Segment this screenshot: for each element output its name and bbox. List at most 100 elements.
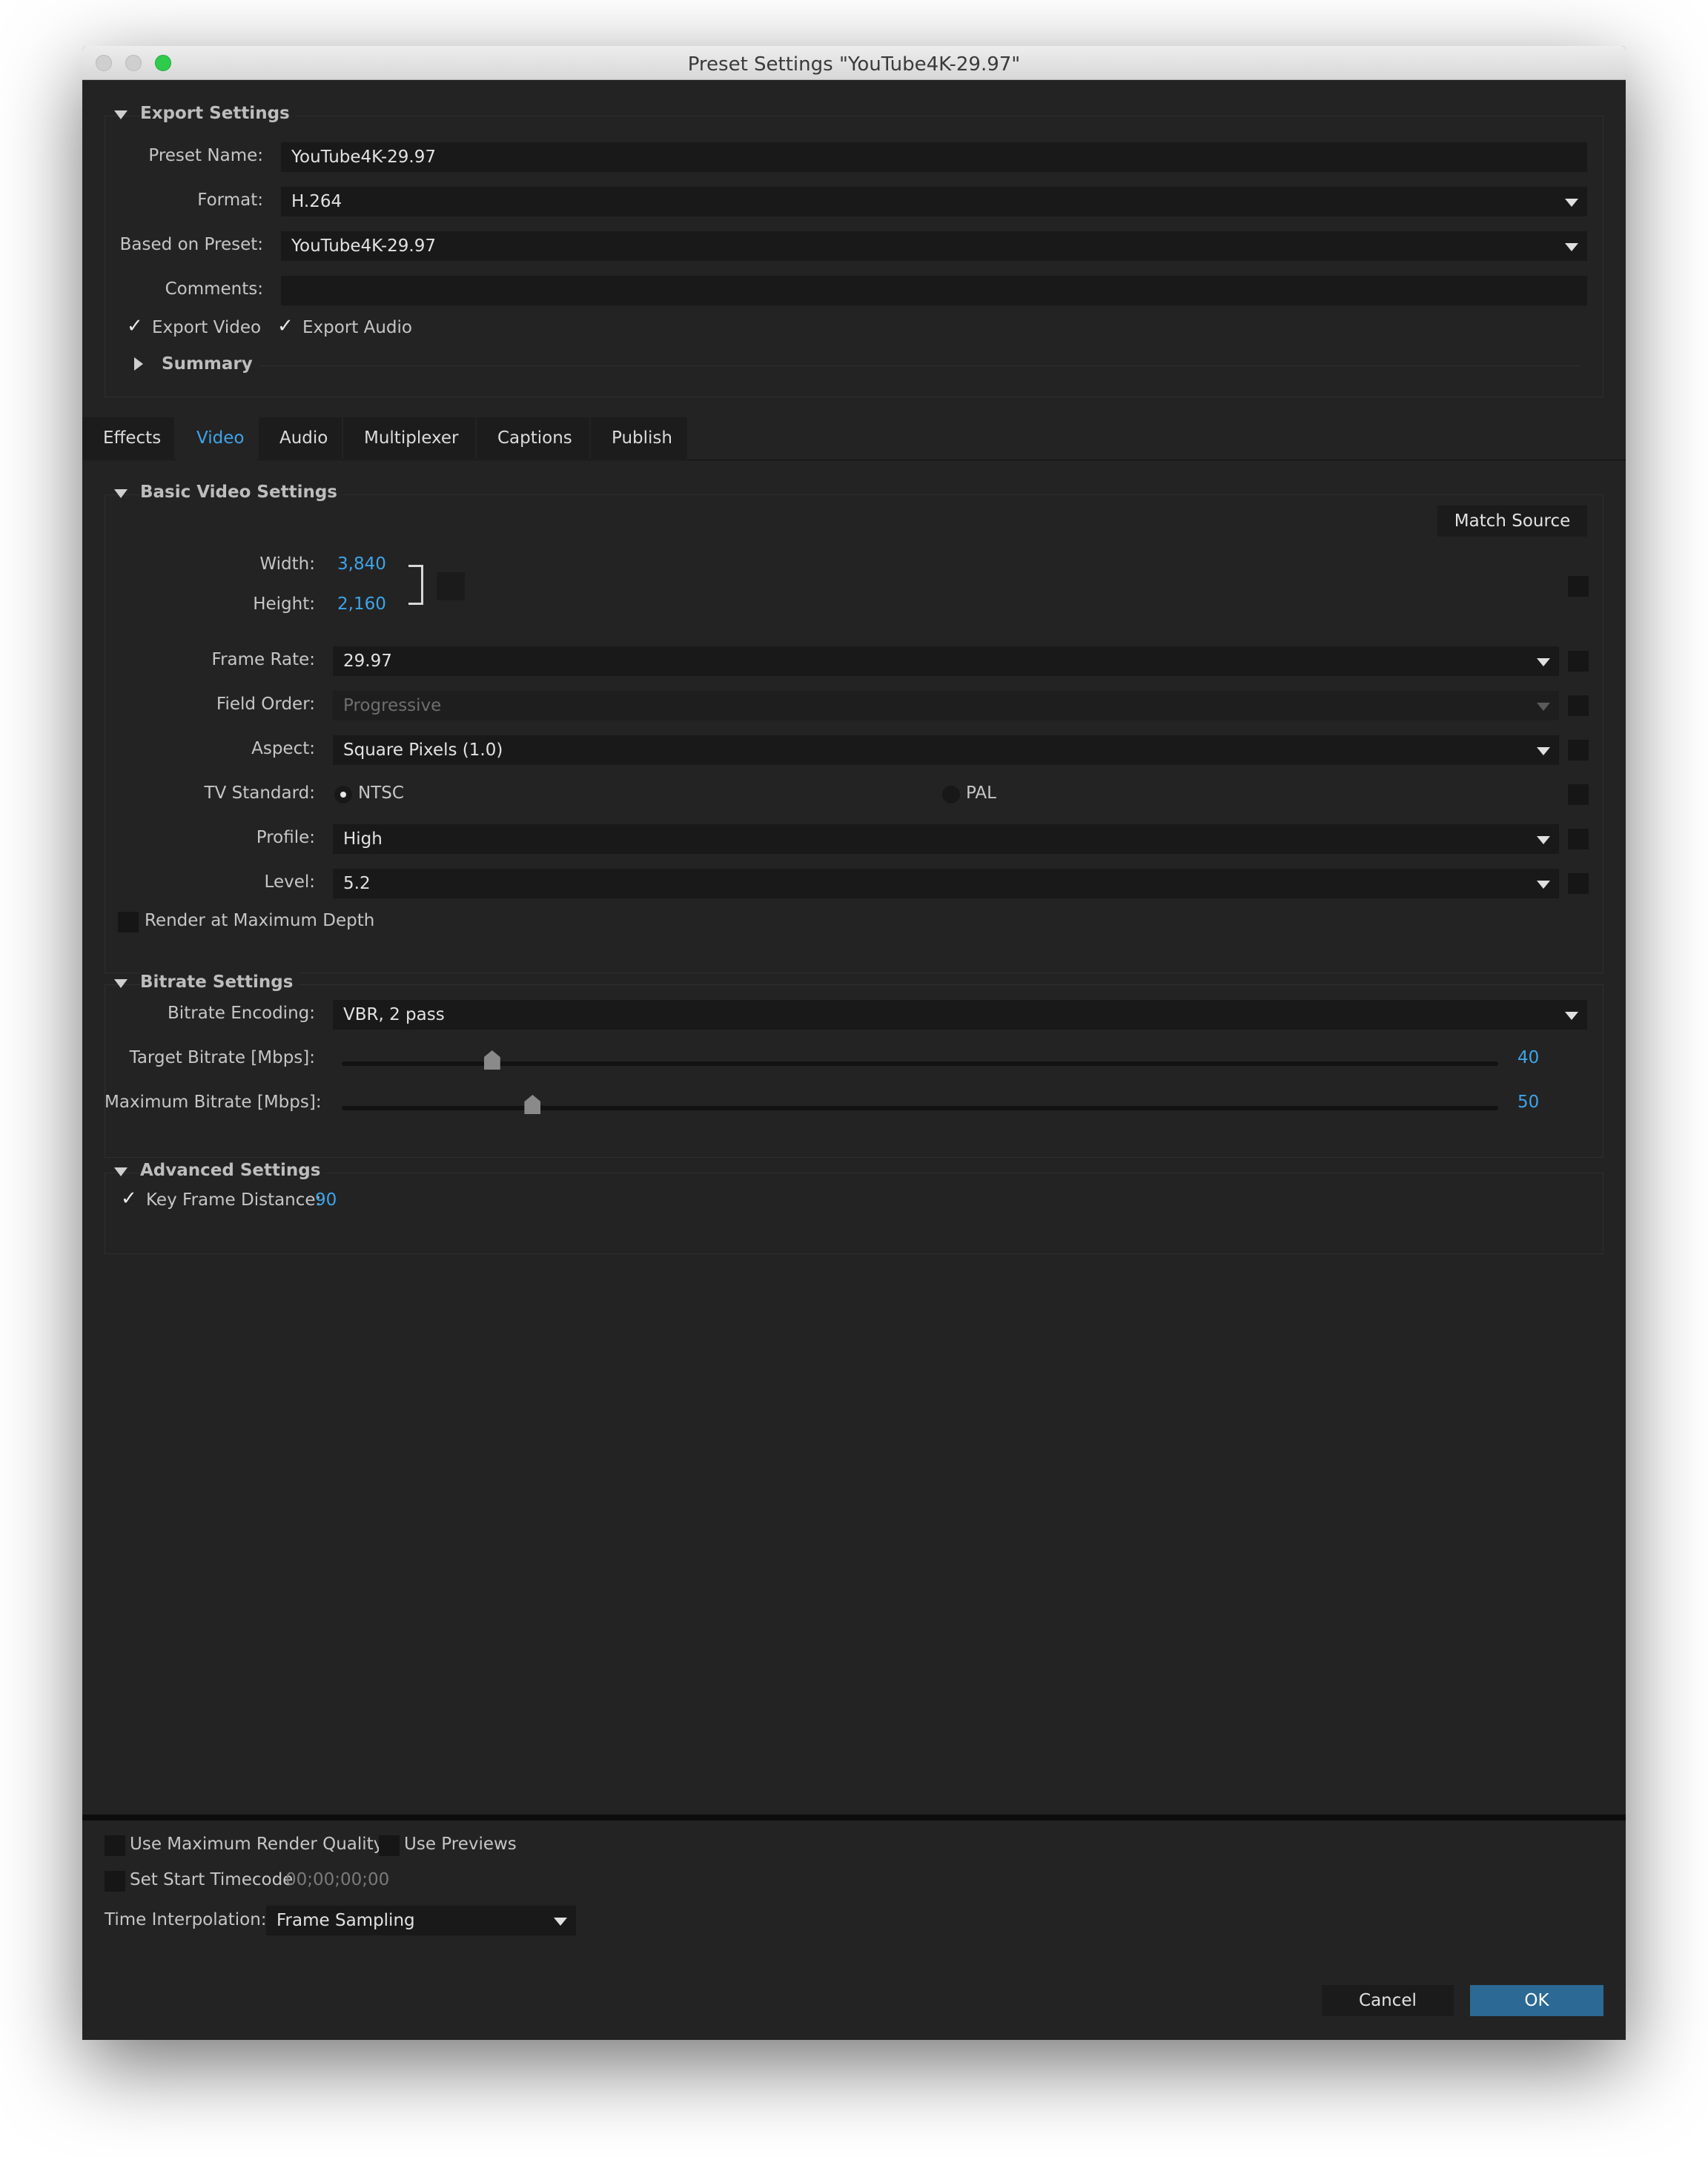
set-start-timecode-label: Set Start Timecode [130,1870,294,1889]
height-label: Height: [253,594,315,614]
chevron-down-icon [554,1918,567,1926]
use-previews-label: Use Previews [404,1835,517,1854]
tab-video[interactable]: Video [176,417,257,460]
format-label: Format: [197,190,263,210]
checkmark-icon: ✓ [127,315,143,337]
aspect-dropdown[interactable]: Square Pixels (1.0) [333,735,1559,765]
preset-name-input[interactable]: YouTube4K-29.97 [281,142,1587,172]
collapse-triangle-icon[interactable] [114,489,128,498]
frame-rate-dropdown[interactable]: 29.97 [333,646,1559,676]
profile-dropdown[interactable]: High [333,824,1559,854]
chevron-down-icon [1537,658,1550,666]
collapse-triangle-icon[interactable] [114,1167,128,1176]
use-previews-checkbox[interactable] [379,1835,400,1856]
chevron-down-icon [1537,836,1550,844]
tab-multiplexer[interactable]: Multiplexer [343,417,475,460]
chevron-down-icon [1565,1012,1578,1020]
max-bitrate-label: Maximum Bitrate [Mbps]: [105,1093,322,1112]
profile-label: Profile: [256,828,315,847]
link-bracket-icon [408,565,423,605]
max-render-quality-label: Use Maximum Render Quality [130,1835,384,1854]
render-max-depth-label: Render at Maximum Depth [145,911,375,930]
window-title: Preset Settings "YouTube4K-29.97" [687,53,1021,76]
match-checkbox-profile[interactable] [1568,829,1589,849]
timecode-value[interactable]: 00;00;00;00 [285,1870,389,1889]
pal-radio[interactable] [942,786,960,804]
key-frame-distance-value[interactable]: 90 [315,1190,337,1210]
cancel-button[interactable]: Cancel [1322,1985,1454,2016]
summary-divider [186,365,1580,366]
export-audio-checkbox[interactable]: ✓ [277,315,295,337]
chevron-down-icon [1537,747,1550,755]
target-bitrate-label: Target Bitrate [Mbps]: [129,1048,315,1067]
frame-rate-label: Frame Rate: [211,650,315,669]
collapse-triangle-icon[interactable] [114,979,128,988]
width-label: Width: [259,554,315,574]
level-label: Level: [264,872,315,892]
match-checkbox-level[interactable] [1568,873,1589,894]
summary-toggle[interactable]: Summary [162,354,260,374]
radio-selected-dot-icon [340,792,346,798]
match-checkbox-dimensions[interactable] [1568,576,1589,597]
tab-captions[interactable]: Captions [477,417,589,460]
aspect-label: Aspect: [251,739,315,758]
basic-video-settings-section [105,494,1603,973]
ntsc-label: NTSC [358,783,404,803]
checkmark-icon: ✓ [121,1187,137,1210]
time-interpolation-dropdown[interactable]: Frame Sampling [266,1906,576,1935]
based-on-preset-dropdown[interactable]: YouTube4K-29.97 [281,231,1587,261]
basic-video-settings-title: Basic Video Settings [140,483,343,502]
ok-button[interactable]: OK [1470,1985,1603,2016]
checkmark-icon: ✓ [277,315,294,337]
tab-bar: Effects Video Audio Multiplexer Captions… [82,417,1626,460]
match-checkbox-aspect[interactable] [1568,740,1589,761]
match-checkbox-tv-standard[interactable] [1568,784,1589,805]
based-on-preset-label: Based on Preset: [119,235,263,254]
tv-standard-label: TV Standard: [204,783,315,803]
export-video-checkbox[interactable]: ✓ [127,315,145,337]
target-bitrate-slider[interactable] [342,1061,1498,1066]
target-bitrate-value[interactable]: 40 [1517,1048,1539,1067]
export-video-label: Export Video [152,318,262,337]
title-bar: Preset Settings "YouTube4K-29.97" [82,46,1626,80]
field-order-dropdown[interactable]: Progressive [333,691,1559,720]
preset-name-label: Preset Name: [148,146,263,165]
match-checkbox-field-order[interactable] [1568,695,1589,716]
match-source-button[interactable]: Match Source [1437,506,1587,537]
advanced-settings-section [105,1173,1603,1254]
render-max-depth-checkbox[interactable] [118,912,139,932]
collapse-triangle-icon[interactable] [114,110,128,119]
chevron-down-icon [1537,703,1550,711]
tab-effects[interactable]: Effects [82,417,174,460]
expand-triangle-icon[interactable] [134,357,143,371]
width-value[interactable]: 3,840 [337,554,386,574]
bitrate-encoding-label: Bitrate Encoding: [168,1004,315,1023]
bitrate-settings-title: Bitrate Settings [140,973,299,992]
height-value[interactable]: 2,160 [337,594,386,614]
key-frame-distance-label: Key Frame Distance: [146,1190,322,1210]
chevron-down-icon [1537,881,1550,889]
chain-link-icon[interactable] [437,572,465,600]
tab-publish[interactable]: Publish [591,417,687,460]
comments-label: Comments: [165,279,263,299]
pal-label: PAL [966,783,996,803]
set-start-timecode-checkbox[interactable] [105,1871,125,1892]
max-bitrate-value[interactable]: 50 [1517,1093,1539,1112]
format-dropdown[interactable]: H.264 [281,187,1587,216]
export-audio-label: Export Audio [302,318,412,337]
panel-divider [82,1815,1626,1820]
level-dropdown[interactable]: 5.2 [333,869,1559,898]
advanced-settings-title: Advanced Settings [140,1161,327,1180]
field-order-label: Field Order: [216,695,315,714]
ntsc-radio[interactable] [334,786,352,804]
bitrate-encoding-dropdown[interactable]: VBR, 2 pass [333,1000,1587,1030]
comments-input[interactable] [281,276,1587,305]
chevron-down-icon [1565,199,1578,207]
match-checkbox-frame-rate[interactable] [1568,651,1589,672]
preset-settings-window: Preset Settings "YouTube4K-29.97" Export… [82,46,1626,2040]
max-render-quality-checkbox[interactable] [105,1835,125,1856]
tab-audio[interactable]: Audio [259,417,342,460]
max-bitrate-slider[interactable] [342,1106,1498,1110]
time-interpolation-label: Time Interpolation: [105,1910,267,1929]
key-frame-distance-checkbox[interactable]: ✓ [121,1187,139,1210]
